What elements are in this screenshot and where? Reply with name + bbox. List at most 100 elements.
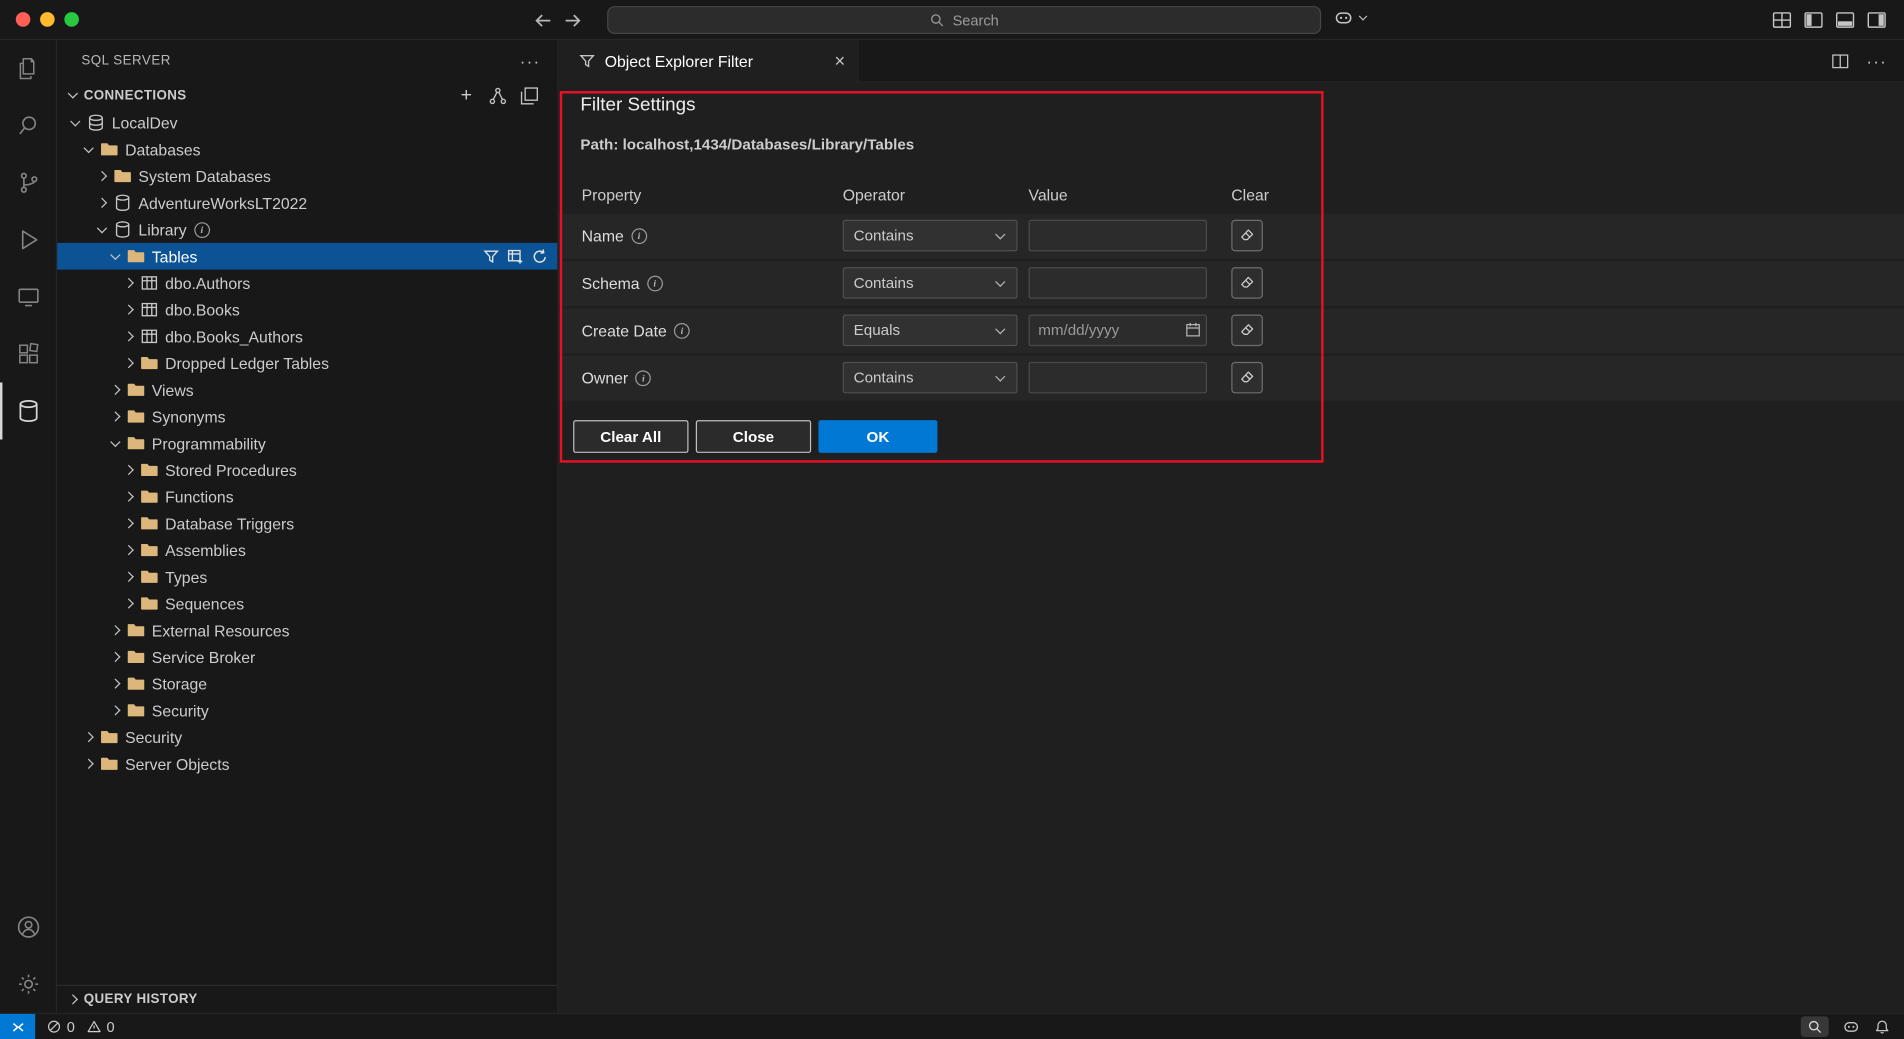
new-table-icon[interactable] xyxy=(506,247,524,265)
tree-item[interactable]: Library i xyxy=(57,216,557,243)
collapse-all-button[interactable] xyxy=(519,84,541,106)
toggle-panel-button[interactable] xyxy=(1835,10,1856,31)
minimize-window-button[interactable] xyxy=(40,12,55,27)
activity-run-debug[interactable] xyxy=(0,211,56,268)
clear-filter-button[interactable] xyxy=(1231,362,1263,394)
chevron-icon xyxy=(120,514,139,533)
tree-item[interactable]: Server Objects xyxy=(57,750,557,777)
problems-status[interactable]: 0 0 xyxy=(35,1018,120,1035)
value-input[interactable] xyxy=(1029,267,1208,299)
filter-row: Name i Contains xyxy=(559,214,1904,259)
database-icon xyxy=(113,193,132,212)
tree-item[interactable]: dbo.Authors xyxy=(57,270,557,297)
connections-actions: + xyxy=(455,84,557,106)
ok-button[interactable]: OK xyxy=(818,420,937,453)
editor-more-actions-button[interactable]: ··· xyxy=(1866,51,1887,70)
split-editor-button[interactable] xyxy=(1831,52,1849,70)
activity-sql-server[interactable] xyxy=(0,383,56,440)
tree-item[interactable]: Database Triggers xyxy=(57,510,557,537)
tree-item[interactable]: Security xyxy=(57,724,557,751)
activity-extensions[interactable] xyxy=(0,325,56,382)
calendar-icon[interactable] xyxy=(1185,322,1201,338)
activity-remote-explorer[interactable] xyxy=(0,268,56,325)
copilot-menu-button[interactable] xyxy=(1333,7,1369,28)
value-input[interactable] xyxy=(1029,362,1208,394)
clear-filter-button[interactable] xyxy=(1231,220,1263,252)
zoom-indicator[interactable] xyxy=(1801,1016,1829,1037)
tree-item[interactable]: Types xyxy=(57,563,557,590)
maximize-window-button[interactable] xyxy=(64,12,79,27)
copilot-status-icon[interactable] xyxy=(1842,1018,1860,1036)
activity-explorer[interactable] xyxy=(0,40,56,97)
tree-item[interactable]: Dropped Ledger Tables xyxy=(57,350,557,377)
notifications-bell-icon[interactable] xyxy=(1874,1018,1891,1035)
activity-settings[interactable] xyxy=(0,956,56,1013)
copilot-icon xyxy=(1333,7,1354,28)
tree-item[interactable]: Storage xyxy=(57,670,557,697)
clear-all-button[interactable]: Clear All xyxy=(573,420,688,453)
tree-item-label: Security xyxy=(152,701,209,719)
more-actions-button[interactable]: ··· xyxy=(520,51,541,70)
tree-item[interactable]: dbo.Books_Authors xyxy=(57,323,557,350)
filter-row: Create Date i Equals xyxy=(559,308,1904,353)
tree-item[interactable]: Synonyms xyxy=(57,403,557,430)
tree-item[interactable]: Functions xyxy=(57,483,557,510)
forward-button[interactable] xyxy=(562,10,584,32)
operator-select[interactable]: Contains xyxy=(843,362,1018,394)
toggle-primary-sidebar-button[interactable] xyxy=(1803,10,1824,31)
tab-object-explorer-filter[interactable]: Object Explorer Filter × xyxy=(559,40,859,81)
tree-item-label: Functions xyxy=(165,488,233,506)
tree-item[interactable]: Assemblies xyxy=(57,537,557,564)
toggle-secondary-sidebar-button[interactable] xyxy=(1866,10,1887,31)
titlebar: Search xyxy=(0,0,1904,40)
operator-select[interactable]: Contains xyxy=(843,267,1018,299)
value-input[interactable] xyxy=(1029,315,1208,347)
folder-icon xyxy=(100,727,119,746)
tree-item[interactable]: Databases xyxy=(57,136,557,163)
folder-icon xyxy=(113,166,132,185)
close-button[interactable]: Close xyxy=(696,420,811,453)
activity-accounts[interactable] xyxy=(0,899,56,956)
folder-icon xyxy=(126,674,145,693)
table-icon xyxy=(140,273,159,292)
customize-layout-button[interactable] xyxy=(1772,10,1793,31)
tree-item[interactable]: Security xyxy=(57,697,557,724)
activity-search[interactable] xyxy=(0,97,56,154)
tree-item[interactable]: Service Broker xyxy=(57,644,557,671)
add-connection-button[interactable]: + xyxy=(455,84,477,106)
search-box[interactable]: Search xyxy=(607,6,1321,34)
tree-item[interactable]: External Resources xyxy=(57,617,557,644)
back-button[interactable] xyxy=(532,10,554,32)
folder-icon xyxy=(126,407,145,426)
refresh-icon[interactable] xyxy=(531,247,549,265)
folder-icon xyxy=(126,701,145,720)
activity-source-control[interactable] xyxy=(0,154,56,211)
filter-columns: PropertyOperatorValueClear xyxy=(559,182,1904,211)
operator-select[interactable]: Equals xyxy=(843,315,1018,347)
editor-area: Object Explorer Filter × ··· Filter Sett… xyxy=(559,40,1904,1013)
tree-item[interactable]: LocalDev xyxy=(57,109,557,136)
query-history-section[interactable]: QUERY HISTORY xyxy=(57,985,557,1013)
remote-indicator[interactable] xyxy=(0,1014,35,1039)
tree-item[interactable]: Sequences xyxy=(57,590,557,617)
tree-item[interactable]: Programmability xyxy=(57,430,557,457)
tree-item[interactable]: Tables xyxy=(57,243,557,270)
close-window-button[interactable] xyxy=(16,12,31,27)
value-input[interactable] xyxy=(1029,220,1208,252)
tree-item[interactable]: Stored Procedures xyxy=(57,457,557,484)
clear-filter-button[interactable] xyxy=(1231,267,1263,299)
chevron-icon xyxy=(80,727,99,746)
tree-item[interactable]: dbo.Books xyxy=(57,296,557,323)
property-label: Create Date xyxy=(582,322,667,340)
filter-icon[interactable] xyxy=(482,247,500,265)
tree-item[interactable]: AdventureWorksLT2022 xyxy=(57,189,557,216)
clear-filter-button[interactable] xyxy=(1231,315,1263,347)
close-tab-button[interactable]: × xyxy=(834,52,845,70)
operator-select[interactable]: Contains xyxy=(843,220,1018,252)
connection-groups-button[interactable] xyxy=(487,84,509,106)
gear-icon xyxy=(14,970,42,998)
tree-item[interactable]: Views xyxy=(57,376,557,403)
property-cell: Create Date i xyxy=(582,308,690,353)
connections-section-header[interactable]: CONNECTIONS + xyxy=(57,81,557,109)
tree-item[interactable]: System Databases xyxy=(57,163,557,190)
